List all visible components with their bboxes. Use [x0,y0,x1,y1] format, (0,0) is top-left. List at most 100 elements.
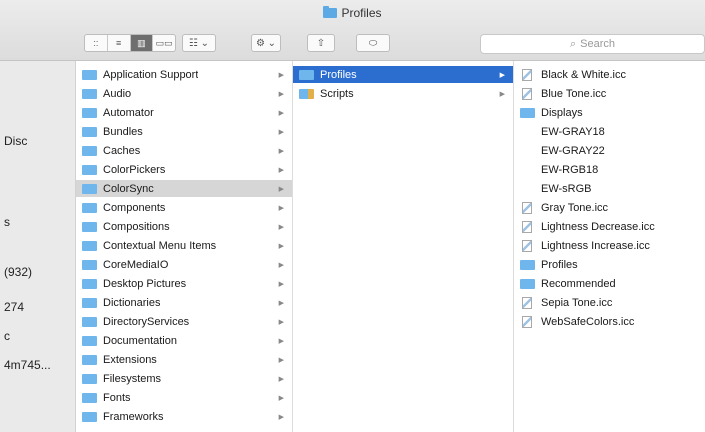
list-item[interactable]: Fonts ▶ [76,389,292,406]
list-item[interactable]: Scripts ▶ [293,85,513,102]
list-item-selected[interactable]: ColorSync ▶ [76,180,292,197]
list-item[interactable]: Automator ▶ [76,104,292,121]
list-item[interactable]: EW-GRAY22 [514,142,705,159]
search-icon: ⌕ [569,37,577,50]
folder-icon [82,335,97,346]
chevron-right-icon: ▶ [278,242,284,250]
list-item[interactable]: Caches ▶ [76,142,292,159]
folder-icon [82,411,97,422]
folder-icon [82,297,97,308]
folder-icon [82,221,97,232]
list-item[interactable]: Sepia Tone.icc [514,294,705,311]
chevron-right-icon: ▶ [278,90,284,98]
group-by-button[interactable]: ☷ ⌄ [182,34,216,52]
chevron-right-icon: ▶ [278,128,284,136]
chevron-right-icon: ▶ [278,318,284,326]
sidebar: Disc s (932) 274 c 4m745... [0,61,76,432]
column-view-icon[interactable]: ▥ [130,35,154,51]
folder-icon [82,240,97,251]
list-item[interactable]: DirectoryServices ▶ [76,313,292,330]
list-view-icon[interactable]: ≡ [108,35,131,51]
list-item[interactable]: Audio ▶ [76,85,292,102]
list-item[interactable]: Lightness Increase.icc [514,237,705,254]
sidebar-item[interactable]: 274 [4,300,24,314]
folder-icon [82,278,97,289]
gallery-view-icon[interactable]: ▭▭ [153,35,175,51]
chevron-right-icon: ▶ [278,185,284,193]
folder-icon [520,107,535,118]
column-profiles: Black & White.icc Blue Tone.icc Displays… [514,61,705,432]
list-item[interactable]: Filesystems ▶ [76,370,292,387]
folder-icon [82,107,97,118]
list-item[interactable]: Recommended [514,275,705,292]
icc-file-icon [522,87,532,100]
folder-icon [82,145,97,156]
chevron-right-icon: ▶ [278,413,284,421]
list-item-selected[interactable]: Profiles ▶ [293,66,513,83]
window-title: Profiles [0,6,705,20]
list-item[interactable]: EW-sRGB [514,180,705,197]
folder-icon [82,392,97,403]
list-item[interactable]: Gray Tone.icc [514,199,705,216]
icc-file-icon [522,220,532,233]
tags-button[interactable]: ⬭ [356,34,390,52]
list-item[interactable]: Lightness Decrease.icc [514,218,705,235]
chevron-right-icon: ▶ [278,356,284,364]
icon-view-icon[interactable]: :: [85,35,108,51]
list-item[interactable]: Application Support ▶ [76,66,292,83]
list-item[interactable]: Black & White.icc [514,66,705,83]
list-item[interactable]: Blue Tone.icc [514,85,705,102]
list-item[interactable]: Dictionaries ▶ [76,294,292,311]
search-input[interactable]: ⌕ Search [480,34,705,54]
list-item[interactable]: WebSafeColors.icc [514,313,705,330]
window-titlebar: Profiles :: ≡ ▥ ▭▭ ☷ ⌄ ⚙ ⌄ ⇧ ⬭ ⌕ Search [0,0,705,61]
chevron-right-icon: ▶ [278,280,284,288]
list-item[interactable]: Profiles [514,256,705,273]
icc-file-icon [522,201,532,214]
list-item[interactable]: Components ▶ [76,199,292,216]
chevron-right-icon: ▶ [278,337,284,345]
folder-icon [82,183,97,194]
action-menu-button[interactable]: ⚙ ⌄ [251,34,281,52]
folder-icon [299,69,314,80]
chevron-right-icon: ▶ [278,394,284,402]
list-item[interactable]: Desktop Pictures ▶ [76,275,292,292]
folder-icon [82,354,97,365]
list-item[interactable]: Displays [514,104,705,121]
chevron-right-icon: ▶ [278,261,284,269]
list-item[interactable]: EW-GRAY18 [514,123,705,140]
chevron-right-icon: ▶ [278,71,284,79]
folder-icon [82,202,97,213]
list-item[interactable]: CoreMediaIO ▶ [76,256,292,273]
list-item[interactable]: Documentation ▶ [76,332,292,349]
share-button[interactable]: ⇧ [307,34,335,52]
list-item[interactable]: EW-RGB18 [514,161,705,178]
sidebar-item[interactable]: Disc [4,134,27,148]
view-mode-control[interactable]: :: ≡ ▥ ▭▭ [84,34,176,52]
list-item[interactable]: Contextual Menu Items ▶ [76,237,292,254]
chevron-right-icon: ▶ [278,147,284,155]
chevron-right-icon: ▶ [278,109,284,117]
chevron-right-icon: ▶ [278,299,284,307]
sidebar-item[interactable]: 4m745... [4,358,51,372]
chevron-right-icon: ▶ [278,223,284,231]
sidebar-item[interactable]: (932) [4,265,32,279]
list-item[interactable]: Extensions ▶ [76,351,292,368]
chevron-right-icon: ▶ [499,90,505,98]
folder-icon [323,6,338,18]
window-title-text: Profiles [341,6,382,20]
icc-file-icon [522,239,532,252]
sidebar-item[interactable]: s [4,215,10,229]
list-item[interactable]: Bundles ▶ [76,123,292,140]
list-item[interactable]: ColorPickers ▶ [76,161,292,178]
chevron-right-icon: ▶ [278,204,284,212]
sidebar-item[interactable]: c [4,329,10,343]
list-item[interactable]: Frameworks ▶ [76,408,292,425]
folder-icon [82,88,97,99]
icc-file-icon [522,68,532,81]
column-colorsync: Profiles ▶ Scripts ▶ [293,61,514,432]
icc-file-icon [522,296,532,309]
list-item[interactable]: Compositions ▶ [76,218,292,235]
folder-alias-icon [520,259,535,270]
folder-icon [82,126,97,137]
